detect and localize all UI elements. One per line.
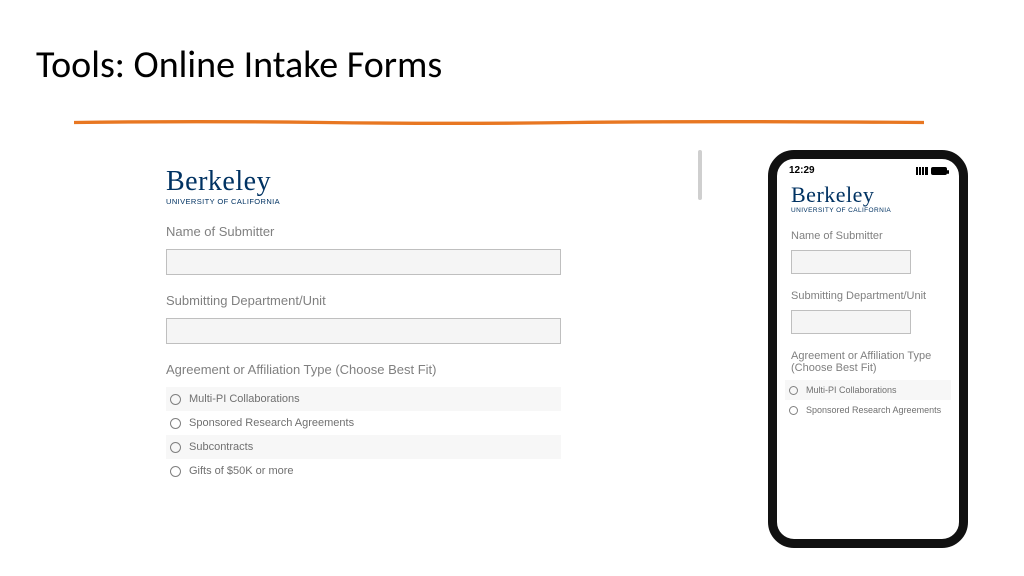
field-label-submitter: Name of Submitter bbox=[791, 230, 945, 242]
battery-icon bbox=[931, 167, 947, 175]
logo-subtitle: UNIVERSITY OF CALIFORNIA bbox=[166, 197, 561, 206]
logo-subtitle: UNIVERSITY OF CALIFORNIA bbox=[791, 207, 945, 214]
radio-option[interactable]: Gifts of $50K or more bbox=[166, 459, 561, 483]
field-label-department: Submitting Department/Unit bbox=[166, 293, 561, 308]
berkeley-logo: Berkeley UNIVERSITY OF CALIFORNIA bbox=[791, 184, 945, 214]
submitter-input[interactable] bbox=[166, 249, 561, 275]
field-label-agreement: Agreement or Affiliation Type (Choose Be… bbox=[166, 362, 561, 377]
scrollbar-hint bbox=[698, 150, 702, 200]
title-underline bbox=[74, 112, 924, 117]
phone-status-icons bbox=[916, 167, 947, 175]
radio-option[interactable]: Subcontracts bbox=[166, 435, 561, 459]
phone-mockup: 12:29 Berkeley UNIVERSITY OF CALIFORNIA … bbox=[768, 150, 968, 548]
logo-name: Berkeley bbox=[791, 184, 945, 206]
agreement-radio-list: Multi-PI Collaborations Sponsored Resear… bbox=[785, 380, 951, 420]
radio-icon bbox=[789, 386, 798, 395]
field-label-agreement: Agreement or Affiliation Type (Choose Be… bbox=[791, 350, 945, 374]
phone-form-preview: Berkeley UNIVERSITY OF CALIFORNIA Name o… bbox=[777, 178, 959, 420]
radio-label: Subcontracts bbox=[189, 441, 253, 453]
submitter-input[interactable] bbox=[791, 250, 911, 274]
radio-label: Sponsored Research Agreements bbox=[189, 417, 354, 429]
field-label-department: Submitting Department/Unit bbox=[791, 290, 945, 302]
department-input[interactable] bbox=[791, 310, 911, 334]
phone-time: 12:29 bbox=[789, 165, 815, 176]
slide-title: Tools: Online Intake Forms bbox=[0, 0, 1024, 88]
department-input[interactable] bbox=[166, 318, 561, 344]
phone-status-bar: 12:29 bbox=[777, 159, 959, 178]
radio-option[interactable]: Sponsored Research Agreements bbox=[166, 411, 561, 435]
agreement-radio-list: Multi-PI Collaborations Sponsored Resear… bbox=[166, 387, 561, 483]
radio-icon bbox=[170, 394, 181, 405]
berkeley-logo: Berkeley UNIVERSITY OF CALIFORNIA bbox=[166, 168, 561, 206]
radio-icon bbox=[170, 418, 181, 429]
radio-icon bbox=[170, 442, 181, 453]
radio-label: Sponsored Research Agreements bbox=[806, 405, 941, 415]
logo-name: Berkeley bbox=[166, 168, 561, 196]
radio-option[interactable]: Multi-PI Collaborations bbox=[785, 380, 951, 400]
radio-label: Multi-PI Collaborations bbox=[189, 393, 300, 405]
radio-label: Multi-PI Collaborations bbox=[806, 385, 897, 395]
desktop-form-preview: Berkeley UNIVERSITY OF CALIFORNIA Name o… bbox=[166, 168, 561, 483]
field-label-submitter: Name of Submitter bbox=[166, 224, 561, 239]
radio-icon bbox=[170, 466, 181, 477]
radio-label: Gifts of $50K or more bbox=[189, 465, 294, 477]
radio-icon bbox=[789, 406, 798, 415]
radio-option[interactable]: Sponsored Research Agreements bbox=[785, 400, 951, 420]
radio-option[interactable]: Multi-PI Collaborations bbox=[166, 387, 561, 411]
signal-icon bbox=[916, 167, 928, 175]
